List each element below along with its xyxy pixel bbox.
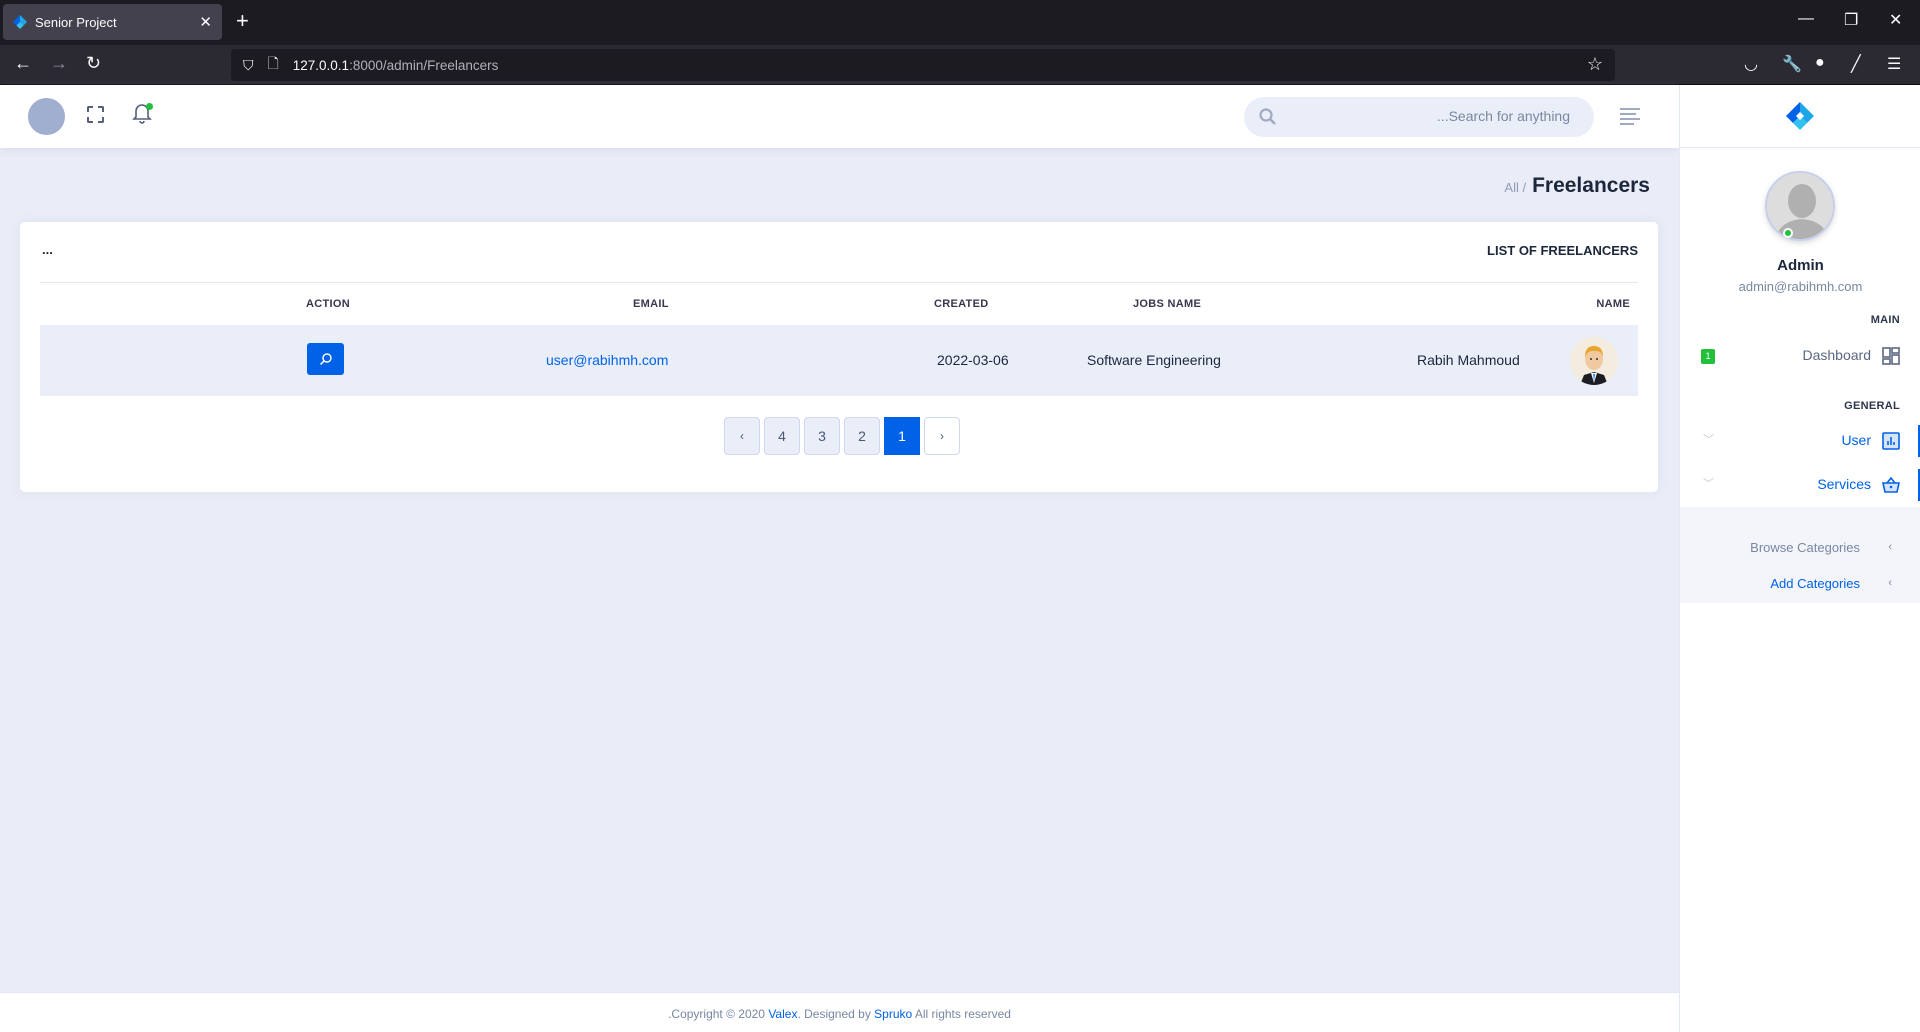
freelancer-name: Rabih Mahmoud: [1417, 352, 1520, 368]
pagination-next[interactable]: ›: [924, 417, 960, 455]
url-bar[interactable]: ⛉ 🗋 127.0.0.1:8000/admin/Freelancers ☆: [231, 49, 1615, 81]
sidebar-item-label: Services: [1817, 476, 1871, 492]
search-icon: [1259, 108, 1276, 125]
browser-tab[interactable]: Senior Project ✕: [3, 4, 222, 40]
basket-icon: [1882, 476, 1900, 493]
tab-close-icon[interactable]: ✕: [199, 13, 212, 31]
wrench-icon[interactable]: 🔧: [1782, 54, 1802, 74]
submenu-add-categories[interactable]: Add Categories: [1770, 576, 1860, 591]
sidebar-item-label: User: [1841, 432, 1871, 448]
profile-name: Admin: [1777, 257, 1824, 274]
profile-avatar[interactable]: [1765, 171, 1835, 241]
minimize-icon[interactable]: —: [1798, 10, 1814, 28]
search-placeholder: ...Search for anything: [1436, 108, 1570, 124]
chevron-down-icon: ﹀: [1703, 478, 1714, 490]
chevron-left-icon: ‹: [1888, 541, 1892, 553]
pagination-prev[interactable]: ‹: [724, 417, 760, 455]
shield-icon[interactable]: ⛉: [243, 57, 254, 74]
page: ...Search for anything All / Freelancers…: [0, 85, 1920, 1032]
submenu-browse-categories[interactable]: Browse Categories: [1750, 540, 1860, 555]
page-icon: 🗋: [267, 55, 279, 71]
dashboard-icon: [1882, 347, 1900, 365]
freelancer-job: Software Engineering: [1087, 352, 1221, 368]
extension-icon[interactable]: ●: [1815, 54, 1825, 72]
footer-designed-by: . Designed by: [797, 1007, 875, 1021]
breadcrumb: All / Freelancers: [1504, 174, 1650, 198]
footer-brand-link[interactable]: Valex: [768, 1007, 797, 1021]
footer: .Copyright © 2020 Valex. Designed by Spr…: [0, 992, 1679, 1032]
chart-bar-icon: [1882, 432, 1900, 450]
dashboard-badge: 1: [1701, 349, 1715, 364]
brand-logo-icon: [1786, 102, 1814, 130]
browser-toolbar: ← → ↻ ⛉ 🗋 127.0.0.1:8000/admin/Freelance…: [0, 45, 1920, 85]
fullscreen-icon[interactable]: [87, 106, 104, 123]
column-header-name: NAME: [1596, 298, 1630, 310]
url-host: 127.0.0.1: [292, 57, 350, 73]
pagination-page-4[interactable]: 4: [764, 417, 800, 455]
window-close-icon[interactable]: ✕: [1889, 10, 1902, 30]
search-icon: [319, 353, 332, 366]
pocket-icon[interactable]: ◡: [1744, 54, 1758, 74]
pagination-page-2[interactable]: 2: [844, 417, 880, 455]
card-title: LIST OF FREELANCERS: [1487, 243, 1638, 258]
logo[interactable]: [1680, 85, 1920, 148]
sidebar-item-services[interactable]: ﹀ Services: [1680, 463, 1920, 507]
freelancer-created: 2022-03-06: [937, 352, 1009, 368]
reload-icon[interactable]: ↻: [86, 53, 101, 74]
forward-icon[interactable]: →: [50, 53, 68, 74]
back-icon[interactable]: ←: [14, 53, 32, 74]
tab-title: Senior Project: [35, 14, 117, 30]
table-row: user@rabihmh.com 2022-03-06 Software Eng…: [40, 325, 1638, 396]
card-divider: [40, 282, 1638, 283]
chevron-left-icon: ‹: [1888, 577, 1892, 589]
sidebar-item-label: Dashboard: [1802, 347, 1872, 363]
footer-designer-link[interactable]: Spruko: [874, 1007, 912, 1021]
profile-email: admin@rabihmh.com: [1738, 279, 1863, 294]
pagination: ‹ 4 3 2 1 ›: [724, 417, 960, 455]
section-label-main: MAIN: [1870, 314, 1900, 326]
online-status-dot: [1783, 228, 1793, 238]
restore-icon[interactable]: ❐: [1844, 10, 1858, 30]
top-header: ...Search for anything: [0, 85, 1679, 148]
sidebar: Admin admin@rabihmh.com MAIN 1 Dashboard…: [1679, 85, 1920, 1032]
pagination-page-3[interactable]: 3: [804, 417, 840, 455]
freelancer-email-link[interactable]: user@rabihmh.com: [546, 352, 668, 368]
eyedropper-icon[interactable]: ╱: [1851, 54, 1861, 74]
freelancer-avatar: [1570, 337, 1618, 385]
view-freelancer-button[interactable]: [307, 343, 344, 375]
search-input[interactable]: ...Search for anything: [1244, 97, 1594, 137]
browser-tab-bar: Senior Project ✕ + — ❐ ✕: [0, 0, 1920, 45]
new-tab-button[interactable]: +: [236, 8, 249, 34]
favicon-icon: [13, 15, 27, 29]
sidebar-toggle-icon[interactable]: [1620, 108, 1640, 125]
header-avatar[interactable]: [28, 98, 65, 135]
notification-dot: [146, 103, 153, 110]
categories-submenu: Browse Categories ‹ Add Categories ‹: [1680, 512, 1920, 603]
column-header-email: EMAIL: [633, 298, 669, 310]
url-path: :8000/admin/Freelancers: [349, 57, 499, 73]
pagination-page-1[interactable]: 1: [884, 417, 920, 455]
footer-rights: All rights reserved: [912, 1007, 1011, 1021]
app-menu-icon[interactable]: ☰: [1887, 54, 1901, 74]
chevron-down-icon: ﹀: [1703, 434, 1714, 446]
card-menu[interactable]: ...: [42, 242, 53, 257]
freelancers-card: ... LIST OF FREELANCERS ACTION EMAIL CRE…: [20, 222, 1658, 492]
footer-copyright: .Copyright © 2020: [668, 1007, 769, 1021]
column-header-action: ACTION: [306, 298, 350, 310]
breadcrumb-root[interactable]: All /: [1504, 180, 1526, 195]
section-label-general: GENERAL: [1844, 400, 1900, 412]
column-header-jobs-name: JOBS NAME: [1133, 298, 1202, 310]
sidebar-item-dashboard[interactable]: 1 Dashboard: [1680, 334, 1920, 378]
bookmark-star-icon[interactable]: ☆: [1587, 54, 1603, 75]
page-title: Freelancers: [1532, 174, 1650, 197]
sidebar-item-user[interactable]: ﹀ User: [1680, 419, 1920, 463]
column-header-created: CREATED: [934, 298, 989, 310]
